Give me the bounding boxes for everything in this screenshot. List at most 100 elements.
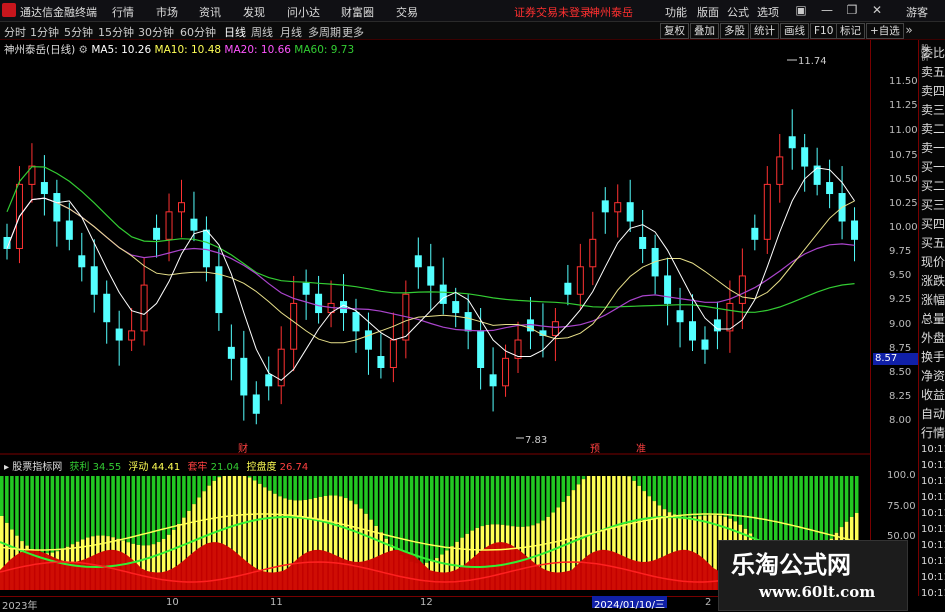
candle-body — [702, 340, 708, 349]
candle-body — [789, 137, 795, 148]
indicator-bar — [516, 476, 520, 527]
ind-tick: 100.0 — [887, 470, 916, 481]
period-15min[interactable]: 15分钟 — [98, 24, 134, 40]
skin-icon[interactable]: ▣ — [792, 2, 810, 18]
candle-body — [291, 303, 297, 349]
add-favorite-button[interactable]: +自选 — [866, 23, 904, 39]
indicator-bar — [673, 476, 677, 514]
stock-link[interactable]: 神州泰岳 — [589, 4, 633, 20]
high-label: 11.74 — [798, 56, 827, 67]
menu-quotes[interactable]: 行情 — [112, 4, 134, 20]
indicator-bar — [531, 476, 535, 525]
menu-options[interactable]: 选项 — [757, 4, 779, 20]
period-30min[interactable]: 30分钟 — [138, 24, 174, 40]
date-tick: 11 — [270, 597, 283, 608]
indicator-bar — [46, 476, 50, 553]
indicator-bar — [304, 476, 308, 500]
candle-body — [166, 212, 172, 239]
price-tick: 8.25 — [889, 391, 911, 402]
price-tick: 9.50 — [889, 270, 911, 281]
indicator-bar — [71, 476, 75, 544]
period-intraday[interactable]: 分时 — [4, 24, 26, 40]
date-tick: 10 — [166, 597, 179, 608]
quote-field-label[interactable]: 行情 — [921, 424, 945, 441]
period-1min[interactable]: 1分钟 — [30, 24, 59, 40]
draw-line-button[interactable]: 画线 — [780, 23, 809, 39]
indicator-bar — [835, 476, 839, 533]
guest-label[interactable]: 游客 — [906, 4, 928, 20]
indicator-bar — [395, 476, 399, 550]
tick-time: 10:11 — [921, 460, 945, 471]
adjust-button[interactable]: 复权 — [660, 23, 689, 39]
candle-body — [428, 267, 434, 285]
event-mark-3[interactable]: 准 — [636, 443, 646, 455]
quote-field-label: 卖二 — [921, 120, 945, 137]
menu-ask[interactable]: 问小达 — [287, 4, 320, 20]
candle-body — [577, 267, 583, 294]
event-mark-1[interactable]: 财 — [238, 442, 248, 455]
period-daily[interactable]: 日线 — [224, 24, 246, 40]
price-tick: 8.00 — [889, 415, 911, 426]
quote-field-label: 买三 — [921, 196, 945, 213]
indicator-bar — [723, 476, 727, 517]
minimize-icon[interactable]: — — [818, 2, 836, 18]
mark-button[interactable]: 标记 — [836, 23, 865, 39]
candle-body — [665, 276, 671, 303]
quote-field-label: 卖五 — [921, 63, 945, 80]
restore-icon[interactable]: ❐ — [843, 2, 861, 18]
menu-news[interactable]: 资讯 — [199, 4, 221, 20]
indicator-bar — [491, 476, 495, 524]
candle-body — [191, 219, 197, 230]
indicator-bar — [91, 476, 95, 536]
stats-button[interactable]: 统计 — [750, 23, 779, 39]
multi-stock-button[interactable]: 多股 — [720, 23, 749, 39]
indicator-bar — [718, 476, 722, 516]
period-monthly[interactable]: 月线 — [280, 24, 302, 40]
indicator-bar — [293, 476, 297, 500]
period-multi[interactable]: 多周期 — [308, 24, 341, 40]
low-label: 7.83 — [525, 435, 547, 446]
period-more[interactable]: 更多 — [342, 24, 364, 40]
price-tick: 10.50 — [889, 174, 918, 185]
menu-market[interactable]: 市场 — [156, 4, 178, 20]
indicator-bar — [121, 476, 125, 540]
menu-wealth[interactable]: 财富圈 — [341, 4, 374, 20]
menu-formula[interactable]: 公式 — [727, 4, 749, 20]
indicator-bar — [298, 476, 302, 500]
indicator-bar — [253, 476, 257, 480]
menu-discover[interactable]: 发现 — [243, 4, 265, 20]
period-60min[interactable]: 60分钟 — [180, 24, 216, 40]
indicator-bar — [369, 476, 373, 520]
menu-layout[interactable]: 版面 — [697, 4, 719, 20]
close-icon[interactable]: ✕ — [868, 2, 886, 18]
candle-body — [827, 183, 833, 194]
indicator-bar — [506, 476, 510, 525]
menu-functions[interactable]: 功能 — [665, 4, 687, 20]
indicator-bar — [278, 476, 282, 496]
indicator-bar — [541, 476, 545, 521]
indicator-bar — [440, 476, 444, 555]
app-title: 通达信金融终端 — [20, 4, 97, 20]
indicator-bar — [845, 476, 849, 522]
indicator-bar — [728, 476, 732, 519]
menu-trade[interactable]: 交易 — [396, 4, 418, 20]
candle-body — [739, 276, 745, 303]
kline-chart[interactable]: 11.74 7.83 财 预 准 — [0, 40, 870, 455]
login-warning[interactable]: 证券交易未登录 — [514, 4, 591, 20]
tick-time: 10:11 — [921, 524, 945, 535]
tick-time: 10:11 — [921, 572, 945, 583]
candle-body — [627, 203, 633, 221]
indicator-bar — [450, 476, 454, 546]
watermark-banner: 乐淘公式网 www.60lt.com — [718, 540, 908, 611]
f10-button[interactable]: F10 — [810, 23, 837, 39]
event-mark-2[interactable]: 预 — [590, 443, 600, 455]
quote-field-label: 买四 — [921, 215, 945, 232]
period-weekly[interactable]: 周线 — [251, 24, 273, 40]
indicator-bar — [445, 476, 449, 550]
collapse-icon[interactable]: » — [900, 22, 918, 38]
period-5min[interactable]: 5分钟 — [64, 24, 93, 40]
quote-field-label[interactable]: 自动 — [921, 405, 945, 422]
overlay-button[interactable]: 叠加 — [690, 23, 719, 39]
indicator-bar — [354, 476, 358, 504]
indicator-bar — [637, 476, 641, 486]
